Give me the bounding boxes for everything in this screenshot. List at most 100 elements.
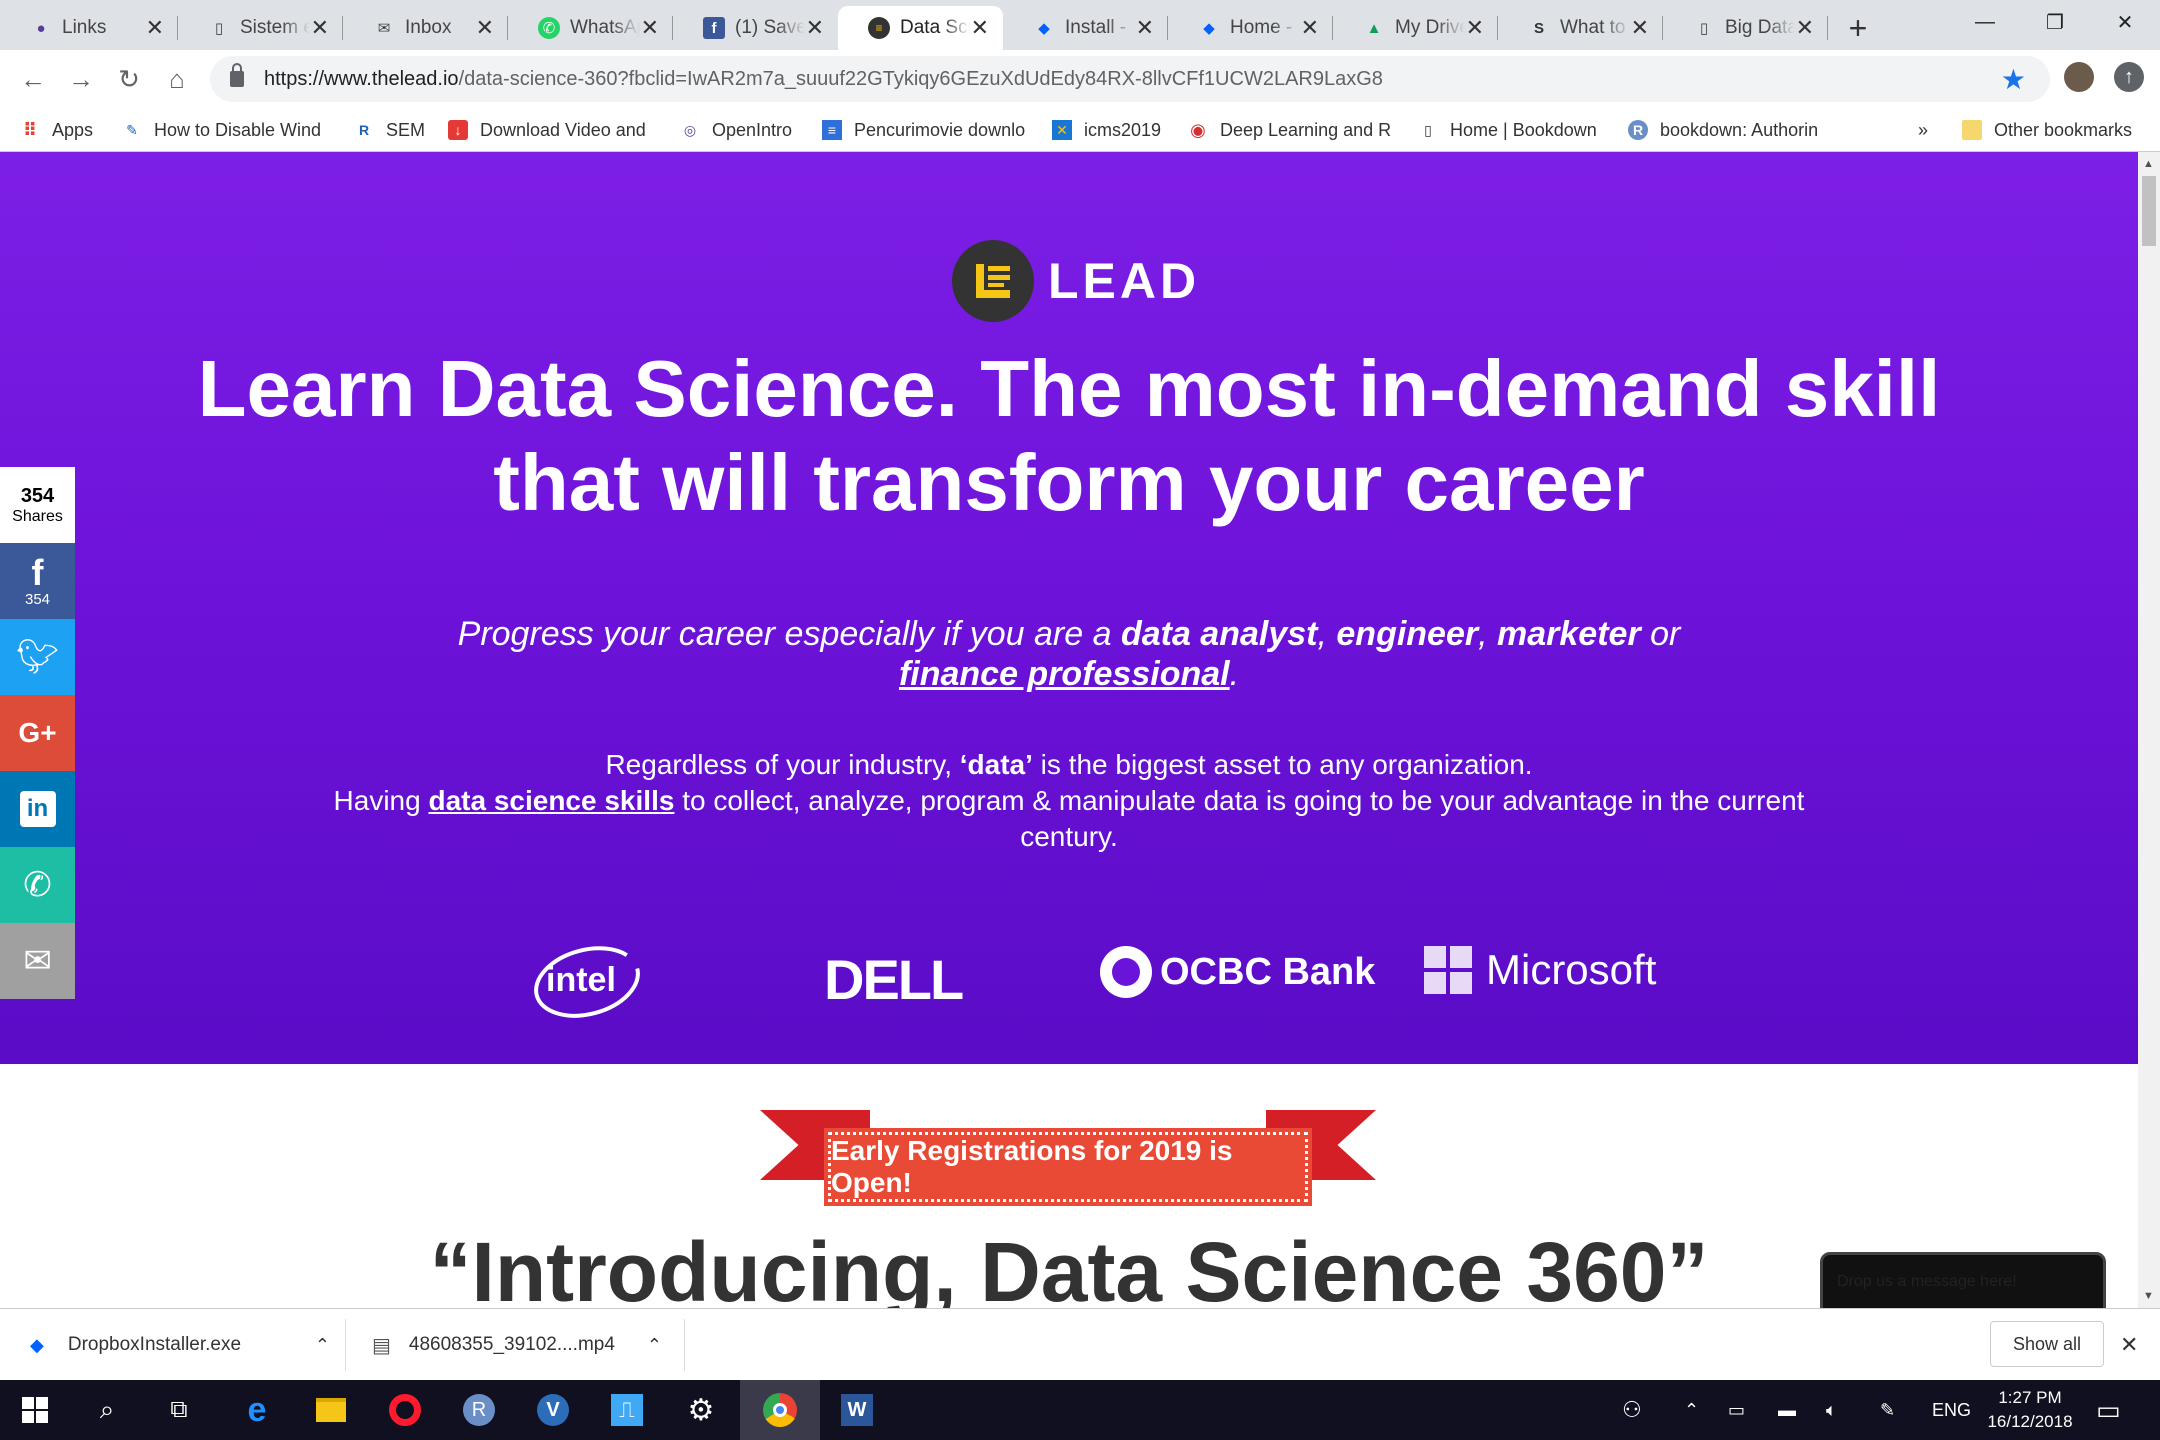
tray-chevron-icon[interactable]: ⌃ bbox=[1684, 1380, 1699, 1440]
lead-logo[interactable]: LEAD bbox=[952, 240, 1200, 322]
download-item-dropbox[interactable]: ◆ DropboxInstaller.exe ⌃ bbox=[30, 1309, 330, 1381]
task-view-icon[interactable]: ⧉ bbox=[144, 1380, 214, 1440]
tab-data-science[interactable]: ≡ Data Sci ✕ bbox=[838, 6, 1003, 50]
bookmark-openintro[interactable]: ◎ OpenIntro bbox=[680, 115, 792, 145]
tab-inbox[interactable]: ✉ Inbox ✕ bbox=[343, 6, 508, 50]
close-tab-icon[interactable]: ✕ bbox=[146, 15, 164, 41]
forward-icon[interactable]: → bbox=[60, 58, 102, 100]
share-twitter-button[interactable]: 🐦︎ bbox=[0, 619, 75, 695]
tab-links[interactable]: ● Links ✕ bbox=[0, 6, 178, 50]
close-tab-icon[interactable]: ✕ bbox=[1301, 15, 1319, 41]
share-whatsapp-button[interactable]: ✆ bbox=[0, 847, 75, 923]
bookmark-bookdown-authoring[interactable]: R bookdown: Authorin bbox=[1628, 115, 1818, 145]
bookmark-download-video[interactable]: ↓ Download Video and bbox=[448, 115, 646, 145]
profile-avatar[interactable] bbox=[2064, 62, 2094, 92]
restore-icon[interactable]: ❐ bbox=[2020, 0, 2090, 44]
bookmark-sem[interactable]: R SEM bbox=[354, 115, 425, 145]
bookmark-apps[interactable]: ⠿ Apps bbox=[20, 115, 93, 145]
bookmark-star-icon[interactable]: ★ bbox=[2001, 63, 2026, 96]
close-tab-icon[interactable]: ✕ bbox=[476, 15, 494, 41]
share-email-button[interactable]: ✉ bbox=[0, 923, 75, 999]
tab-install[interactable]: ◆ Install - ✕ bbox=[1003, 6, 1168, 50]
facebook-icon: f bbox=[703, 17, 725, 39]
twitter-icon: 🐦︎ bbox=[15, 638, 60, 676]
network-icon[interactable]: ▭ bbox=[1728, 1380, 1745, 1440]
page-icon: ≡ bbox=[822, 120, 842, 140]
reload-icon[interactable]: ↻ bbox=[108, 58, 150, 100]
banner-label: Early Registrations for 2019 is Open! bbox=[824, 1128, 1312, 1206]
share-googleplus-button[interactable]: G+ bbox=[0, 695, 75, 771]
windows-icon bbox=[22, 1397, 48, 1423]
finance-professional-link[interactable]: finance professional bbox=[899, 655, 1230, 693]
bookmark-pencurimovie[interactable]: ≡ Pencurimovie downlo bbox=[822, 115, 1025, 145]
new-tab-button[interactable]: + bbox=[1828, 6, 1888, 50]
edge-icon[interactable]: e bbox=[222, 1380, 292, 1440]
home-icon[interactable]: ⌂ bbox=[156, 58, 198, 100]
file-explorer-icon[interactable] bbox=[296, 1380, 366, 1440]
chat-widget[interactable]: Drop us a message here! bbox=[1820, 1252, 2106, 1308]
opera-icon[interactable] bbox=[370, 1380, 440, 1440]
battery-icon[interactable]: ▬ bbox=[1778, 1380, 1796, 1440]
bookmark-deep-learning[interactable]: ◉ Deep Learning and R bbox=[1188, 115, 1391, 145]
close-tab-icon[interactable]: ✕ bbox=[1796, 15, 1814, 41]
close-tab-icon[interactable]: ✕ bbox=[971, 15, 989, 41]
download-shelf: ◆ DropboxInstaller.exe ⌃ ▤ 48608355_3910… bbox=[0, 1308, 2160, 1380]
tab-facebook[interactable]: f (1) Saved ✕ bbox=[673, 6, 838, 50]
url-text: https://www.thelead.io/data-science-360?… bbox=[264, 67, 1383, 90]
share-facebook-button[interactable]: f 354 bbox=[0, 543, 75, 619]
intro-heading: “Introducing, Data Science 360” bbox=[429, 1225, 1709, 1308]
people-icon[interactable]: ⚇ bbox=[1622, 1380, 1642, 1440]
close-downloads-icon[interactable]: ✕ bbox=[2120, 1309, 2138, 1381]
whatsapp-icon: ✆ bbox=[23, 866, 52, 904]
other-bookmarks[interactable]: Other bookmarks bbox=[1962, 115, 2132, 145]
volume-icon[interactable]: 🔈︎ bbox=[1826, 1380, 1837, 1440]
bookmark-disable-windows[interactable]: ✎ How to Disable Wind bbox=[122, 115, 321, 145]
close-tab-icon[interactable]: ✕ bbox=[311, 15, 329, 41]
back-icon[interactable]: ← bbox=[12, 58, 54, 100]
hero-section: LEAD Learn Data Science. The most in-dem… bbox=[0, 152, 2138, 1064]
r-icon[interactable]: R bbox=[444, 1380, 514, 1440]
close-tab-icon[interactable]: ✕ bbox=[806, 15, 824, 41]
close-tab-icon[interactable]: ✕ bbox=[1466, 15, 1484, 41]
search-icon[interactable]: ⌕ bbox=[72, 1380, 142, 1440]
settings-gear-icon[interactable]: ⚙ bbox=[666, 1380, 736, 1440]
close-tab-icon[interactable]: ✕ bbox=[1631, 15, 1649, 41]
close-tab-icon[interactable]: ✕ bbox=[1136, 15, 1154, 41]
tab-home[interactable]: ◆ Home - ✕ bbox=[1168, 6, 1333, 50]
google-plus-icon: G+ bbox=[18, 717, 57, 748]
scrollbar-thumb[interactable] bbox=[2142, 176, 2156, 246]
start-button[interactable] bbox=[0, 1380, 70, 1440]
tab-what-to[interactable]: S What to ✕ bbox=[1498, 6, 1663, 50]
page-scrollbar[interactable]: ▲ ▼ bbox=[2138, 152, 2160, 1308]
ocbc-icon bbox=[1100, 946, 1152, 998]
show-all-button[interactable]: Show all bbox=[1990, 1321, 2104, 1367]
notification-icon[interactable]: ▭ bbox=[2096, 1380, 2121, 1440]
word-icon[interactable]: W bbox=[822, 1380, 892, 1440]
clock[interactable]: 1:27 PM 16/12/2018 bbox=[1980, 1380, 2080, 1440]
language-indicator[interactable]: ENG bbox=[1932, 1380, 1971, 1440]
more-bookmarks-button[interactable]: » bbox=[1918, 115, 1928, 145]
tab-sistem[interactable]: ▯ Sistem e ✕ bbox=[178, 6, 343, 50]
tab-whatsapp[interactable]: ✆ WhatsAp ✕ bbox=[508, 6, 673, 50]
s-icon: S bbox=[1533, 19, 1544, 37]
close-tab-icon[interactable]: ✕ bbox=[641, 15, 659, 41]
ocbc-logo: OCBC Bank bbox=[1100, 946, 1375, 998]
tab-my-drive[interactable]: ▲ My Drive ✕ bbox=[1333, 6, 1498, 50]
tab-big-data[interactable]: ▯ Big Data ✕ bbox=[1663, 6, 1828, 50]
minimize-icon[interactable]: — bbox=[1950, 0, 2020, 44]
bookmark-icms2019[interactable]: ✕ icms2019 bbox=[1052, 115, 1161, 145]
close-window-icon[interactable]: ✕ bbox=[2090, 0, 2160, 44]
data-science-skills-link[interactable]: data science skills bbox=[428, 785, 674, 816]
download-item-mp4[interactable]: ▤ 48608355_39102....mp4 ⌃ bbox=[372, 1309, 662, 1381]
dell-logo: DELL bbox=[824, 948, 964, 1011]
chrome-icon[interactable] bbox=[740, 1380, 820, 1440]
app-icon[interactable]: ⎍ bbox=[592, 1380, 662, 1440]
pen-icon[interactable]: ✎ bbox=[1880, 1380, 1895, 1440]
vscode-icon[interactable]: V bbox=[518, 1380, 588, 1440]
address-bar[interactable]: https://www.thelead.io/data-science-360?… bbox=[210, 56, 2050, 102]
bookmark-bookdown-home[interactable]: ▯ Home | Bookdown bbox=[1418, 115, 1597, 145]
share-linkedin-button[interactable]: in bbox=[0, 771, 75, 847]
registration-banner[interactable]: Early Registrations for 2019 is Open! bbox=[760, 1110, 1376, 1210]
update-menu-icon[interactable]: ↑ bbox=[2114, 62, 2144, 92]
hero-subtitle: Progress your career especially if you a… bbox=[457, 615, 1681, 693]
